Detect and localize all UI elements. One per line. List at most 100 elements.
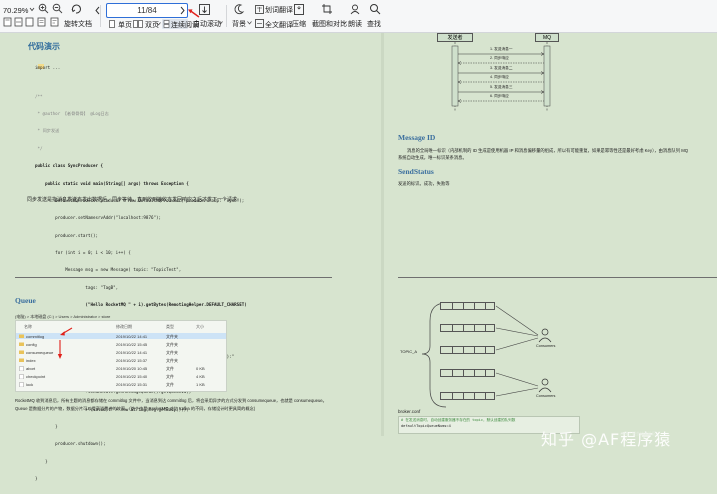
autoscroll-button[interactable]: 自动滚动 (193, 19, 221, 29)
reflow-icon[interactable] (50, 17, 59, 27)
translate-word-button[interactable]: 划词翻译 (265, 5, 293, 15)
conf-comment: # 在发送消息时，自动创建服务器不存在的 topic，默认创建的队列数 (401, 418, 516, 422)
code-block: import ... /** * @author 【者骨骨骨】 @Log日志 *… (30, 53, 330, 481)
read-aloud-button[interactable]: 朗读 (348, 19, 362, 29)
file-row[interactable]: lock 2019/10/22 15:31 文件 1 KB (16, 381, 226, 387)
zoom-value[interactable]: 70.29% (3, 6, 28, 15)
consumer-label: Consumers (536, 344, 556, 348)
code-line: * 同步发送 (35, 128, 60, 134)
sequence-message: 4. 同步响应 (490, 75, 509, 79)
file-row[interactable]: abort 2019/10/20 10:45 文件 0 KB (16, 365, 226, 371)
watermark: 知乎 @AF程序猿 (541, 430, 672, 449)
file-type: 文件夹 (166, 333, 178, 339)
code-line: ("Hello RocketMQ " + i).getBytes(Remotin… (35, 302, 247, 308)
chevron-down-icon[interactable] (247, 21, 252, 25)
send-status-text: 发送的标识。成功，失败等 (398, 181, 450, 186)
file-explorer: 名称 修改日期 类型 大小 commitlog 2019/10/22 14:41… (15, 320, 227, 392)
column-header[interactable]: 修改日期 (116, 324, 132, 330)
consumer-label: Consumers (536, 394, 556, 398)
page-view-icon[interactable] (37, 17, 46, 27)
chevron-down-icon[interactable] (29, 6, 35, 12)
sequence-message: 2. 同步响应 (490, 56, 509, 60)
background-moon-icon[interactable] (233, 3, 245, 15)
file-icon (19, 373, 24, 379)
separator (226, 5, 227, 27)
page-number-value[interactable]: 11/84 (107, 6, 187, 15)
code-demo-heading: 代码演示 (28, 42, 60, 51)
prev-page-icon[interactable] (94, 6, 101, 15)
file-date: 2019/10/22 15:37 (116, 357, 148, 363)
message-id-text-1: 消息的全局唯一标识（内部机制的 ID 生成是使用机器 IP 和消息偏移量的组成，… (407, 148, 689, 153)
compress-button[interactable]: 压缩 (292, 19, 306, 29)
file-size: 4 KB (196, 373, 205, 379)
queue-row (440, 324, 495, 332)
sequence-message: 1. 发送消息一 (490, 47, 513, 51)
actual-size-icon[interactable] (25, 17, 34, 27)
compress-icon[interactable] (293, 3, 305, 15)
background-button[interactable]: 背景 (232, 19, 246, 29)
queue-row (440, 369, 495, 377)
watermark-sub: @稀土掘金技术社区 (620, 431, 657, 436)
code-line: Message msg = new Message( topic: "Topic… (35, 267, 182, 273)
code-line: public class SyncProducer { (35, 163, 104, 169)
column-header[interactable]: 名称 (24, 324, 32, 330)
column-header[interactable]: 类型 (166, 324, 174, 330)
file-name: commitlog (26, 333, 45, 339)
file-size: 0 KB (196, 365, 205, 371)
file-name: lock (26, 381, 34, 387)
translate-all-button[interactable]: 全文翻译 (265, 20, 293, 30)
file-type: 文件 (166, 373, 174, 379)
file-type: 文件 (166, 381, 174, 387)
explorer-breadcrumb: (电脑) > 本地磁盘 (C:) > Users > Administrator… (15, 314, 111, 319)
continuous-icon[interactable] (163, 20, 170, 28)
chevron-down-icon[interactable] (342, 21, 347, 25)
search-icon[interactable] (369, 3, 381, 15)
file-name: checkpoint (26, 373, 46, 379)
file-type: 文件夹 (166, 357, 178, 363)
single-page-icon[interactable] (108, 20, 116, 28)
sequence-message: 3. 发送消息二 (490, 66, 513, 70)
autoscroll-icon[interactable] (198, 3, 211, 16)
zoom-in-icon[interactable] (38, 3, 49, 14)
column-header[interactable]: 大小 (196, 324, 204, 330)
zoom-out-icon[interactable] (52, 3, 63, 14)
code-lines: import ... /** * @author 【者骨骨骨】 @Log日志 *… (35, 53, 247, 494)
screenshot-icon[interactable] (321, 3, 333, 15)
search-button[interactable]: 查找 (367, 19, 381, 29)
rotate-icon[interactable] (70, 3, 82, 15)
read-aloud-icon[interactable] (350, 3, 362, 15)
rotate-button[interactable]: 旋转文档 (64, 19, 92, 29)
fit-width-icon[interactable] (14, 17, 23, 27)
code-line: } (35, 476, 38, 482)
double-page-icon[interactable] (133, 20, 143, 28)
queue-row (440, 302, 495, 310)
toolbar: 70.29% 旋转文档 11/84 单页 双页 连续阅读 自动滚动 背景 划词翻… (0, 0, 717, 33)
folder-icon (19, 358, 24, 362)
file-row-selected[interactable]: commitlog 2019/10/22 14:41 文件夹 (16, 333, 226, 339)
document-view[interactable]: 代码演示 import ... /** * @author 【者骨骨骨】 @Lo… (0, 33, 717, 481)
page-number-input[interactable]: 11/84 (106, 3, 188, 18)
file-date: 2019/10/22 15:40 (116, 373, 148, 379)
translate-word-icon[interactable] (255, 5, 264, 14)
file-date: 2019/10/20 10:45 (116, 365, 148, 371)
file-type: 文件 (166, 365, 174, 371)
file-row[interactable]: consumequeue 2019/10/22 14:41 文件夹 (16, 349, 226, 355)
sender-actor-box: 发送者 (437, 33, 473, 42)
chevron-down-icon[interactable] (156, 22, 161, 26)
fit-page-icon[interactable] (3, 17, 12, 27)
folder-icon (19, 350, 24, 354)
page-bottom-divider-right (398, 277, 717, 278)
next-page-icon[interactable] (179, 6, 186, 15)
explorer-header: 名称 修改日期 类型 大小 (16, 323, 226, 329)
consumer-icon (538, 378, 552, 393)
chevron-down-icon[interactable] (218, 21, 223, 25)
file-row[interactable]: checkpoint 2019/10/22 15:40 文件 4 KB (16, 373, 226, 379)
single-page-button[interactable]: 单页 (118, 20, 132, 30)
page-gutter (381, 33, 384, 436)
file-row[interactable]: index 2019/10/22 15:37 文件夹 (16, 357, 226, 363)
file-row[interactable]: config 2019/10/22 15:45 文件夹 (16, 341, 226, 347)
translate-all-icon[interactable] (255, 19, 264, 28)
queue-row (440, 346, 495, 354)
page-bottom-divider-left (15, 277, 332, 278)
broker-conf-title: broker.conf (398, 409, 421, 414)
